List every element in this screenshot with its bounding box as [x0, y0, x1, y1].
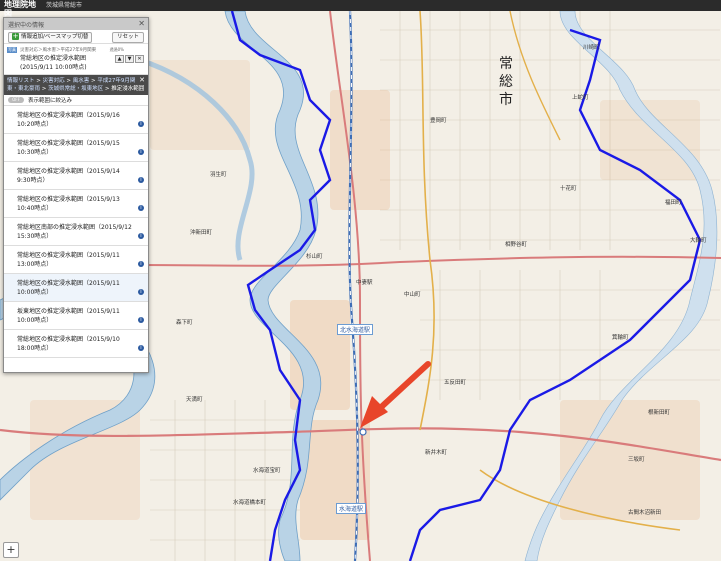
filter-label: 表示範囲に絞込み: [28, 98, 73, 104]
city-char-2: 総: [499, 74, 513, 90]
breadcrumb-current: 推定浸水範囲: [111, 86, 145, 92]
info-icon[interactable]: i: [138, 233, 144, 239]
info-icon[interactable]: i: [138, 261, 144, 267]
place-label: 川崎町: [583, 45, 600, 51]
list-item-title: 常総地区の推定浸水範囲（2015/9/11 10:00時点）: [17, 280, 120, 296]
list-item[interactable]: 常総地区の推定浸水範囲（2015/9/16 10:20時点） i: [4, 106, 148, 134]
reset-button[interactable]: リセット: [111, 32, 144, 43]
breadcrumb-close-icon[interactable]: ✕: [139, 76, 145, 84]
list-item-title: 常総地区南部の推定浸水範囲（2015/9/12 15:30時点）: [17, 224, 132, 240]
list-item[interactable]: 常総地区の推定浸水範囲（2015/9/13 10:40時点） i: [4, 190, 148, 218]
breadcrumb-sep: >: [104, 86, 110, 92]
list-item[interactable]: 常総地区の推定浸水範囲（2015/9/14 9:30時点） i: [4, 162, 148, 190]
list-item[interactable]: 常総地区の推定浸水範囲（2015/9/10 18:00時点） i: [4, 330, 148, 358]
delete-icon[interactable]: ✕: [135, 55, 144, 63]
filter-toggle[interactable]: OFF: [8, 97, 24, 103]
breadcrumb-sep: >: [41, 86, 47, 92]
add-info-label: 情報追加/ベースマップ切替: [21, 34, 89, 40]
breadcrumb: 情報リスト > 災害対応 > 風水害 > 平成27年9月関東・東北豪雨 > 茨城…: [4, 75, 148, 95]
list-item[interactable]: 常総地区南部の推定浸水範囲（2015/9/12 15:30時点） i: [4, 218, 148, 246]
layer-time: (2015/9/11 10:00時点): [20, 64, 87, 71]
zoom-in-button[interactable]: +: [3, 542, 19, 558]
list-item[interactable]: 常総地区の推定浸水範囲（2015/9/11 10:00時点） i: [4, 274, 148, 302]
place-label: 相野谷町: [505, 242, 528, 248]
list-item-title: 常総地区の推定浸水範囲（2015/9/11 13:00時点）: [17, 252, 120, 268]
list-item-title: 坂東地区の推定浸水範囲（2015/9/11 10:00時点）: [17, 308, 120, 324]
info-icon[interactable]: i: [138, 289, 144, 295]
panel-header: 選択中の情報 ✕: [4, 18, 148, 30]
breadcrumb-sep: >: [66, 78, 71, 84]
add-info-button[interactable]: + 情報追加/ベースマップ切替: [8, 32, 93, 43]
place-label: 箕輪町: [612, 335, 629, 341]
layer-list: 常総地区の推定浸水範囲（2015/9/16 10:20時点） i 常総地区の推定浸水…: [4, 106, 148, 358]
place-label: 水海道橋本町: [233, 500, 267, 506]
layer-tag: 写真: [7, 47, 17, 53]
place-label: 天満町: [186, 397, 203, 403]
top-bar: 地理院地図 茨城県常総市: [0, 0, 721, 18]
layer-opacity: 透過0%: [109, 47, 124, 52]
place-label: 沖新田町: [190, 230, 213, 236]
move-up-icon[interactable]: ▲: [115, 55, 124, 63]
site-logo[interactable]: 地理院地図: [4, 0, 42, 18]
place-label: 大輪町: [690, 238, 707, 244]
layer-name: 常総地区の推定浸水範囲: [20, 55, 87, 62]
info-icon[interactable]: i: [138, 205, 144, 211]
station-label-mitsukaido: 水海道駅: [336, 503, 367, 514]
move-down-icon[interactable]: ▼: [125, 55, 134, 63]
breadcrumb-link[interactable]: 風水害: [73, 78, 90, 84]
station-marker[interactable]: [359, 428, 367, 436]
info-icon[interactable]: i: [138, 177, 144, 183]
panel-title: 選択中の情報: [8, 22, 45, 29]
list-item-title: 常総地区の推定浸水範囲（2015/9/14 9:30時点）: [17, 168, 120, 184]
breadcrumb-sep: >: [91, 78, 96, 84]
place-label: 上蛇町: [572, 95, 589, 101]
place-label: 根新田町: [648, 410, 671, 416]
place-label: 森下町: [176, 320, 193, 326]
place-label: 豊岡町: [430, 118, 447, 124]
place-label: 十花町: [560, 186, 577, 192]
place-label: 中妻駅: [356, 280, 373, 286]
filter-row: OFF 表示範囲に絞込み: [4, 95, 148, 106]
list-item[interactable]: 常総地区の推定浸水範囲（2015/9/11 13:00時点） i: [4, 246, 148, 274]
list-item-title: 常総地区の推定浸水範囲（2015/9/15 10:30時点）: [17, 140, 120, 156]
list-item[interactable]: 常総地区の推定浸水範囲（2015/9/15 10:30時点） i: [4, 134, 148, 162]
list-item-title: 常総地区の推定浸水範囲（2015/9/13 10:40時点）: [17, 196, 120, 212]
place-label: 水海道宝町: [253, 468, 281, 474]
list-item-title: 常総地区の推定浸水範囲（2015/9/10 18:00時点）: [17, 336, 120, 352]
active-layer: 写真 災害対応＞風水害＞平成27年9月関東 透過0% ▲ ▼ ✕ 常総地区の推定…: [4, 44, 148, 75]
station-label-kita-mitsukaido: 北水海道駅: [337, 324, 374, 335]
place-label: 中山町: [404, 292, 421, 298]
close-icon[interactable]: ✕: [138, 19, 145, 28]
list-item-title: 常総地区の推定浸水範囲（2015/9/16 10:20時点）: [17, 112, 120, 128]
location-crumbs: 茨城県常総市: [46, 2, 83, 9]
breadcrumb-link[interactable]: 情報リスト: [7, 78, 35, 84]
info-panel: 選択中の情報 ✕ + 情報追加/ベースマップ切替 リセット 写真 災害対応＞風水害…: [3, 17, 149, 373]
place-label: 古間木沼新田: [628, 510, 662, 516]
place-label: 羽生町: [210, 172, 227, 178]
info-icon[interactable]: i: [138, 317, 144, 323]
info-icon[interactable]: i: [138, 121, 144, 127]
city-char-3: 市: [499, 92, 513, 108]
breadcrumb-link[interactable]: 災害対応: [43, 78, 65, 84]
place-label: 五反田町: [444, 380, 467, 386]
place-label: 三坂町: [628, 457, 645, 463]
place-label: 杉山町: [306, 254, 323, 260]
plus-icon: +: [12, 32, 19, 40]
info-icon[interactable]: i: [138, 345, 144, 351]
breadcrumb-sep: >: [36, 78, 41, 84]
list-item[interactable]: 坂東地区の推定浸水範囲（2015/9/11 10:00時点） i: [4, 302, 148, 330]
panel-toolbar: + 情報追加/ベースマップ切替 リセット: [4, 30, 148, 44]
city-char-1: 常: [499, 56, 513, 72]
place-label: 新井木町: [425, 450, 448, 456]
info-icon[interactable]: i: [138, 149, 144, 155]
place-label: 福田町: [665, 200, 682, 206]
breadcrumb-link[interactable]: 茨城県常総・坂東地区: [48, 86, 103, 92]
city-label: 常 総 市: [495, 55, 517, 109]
